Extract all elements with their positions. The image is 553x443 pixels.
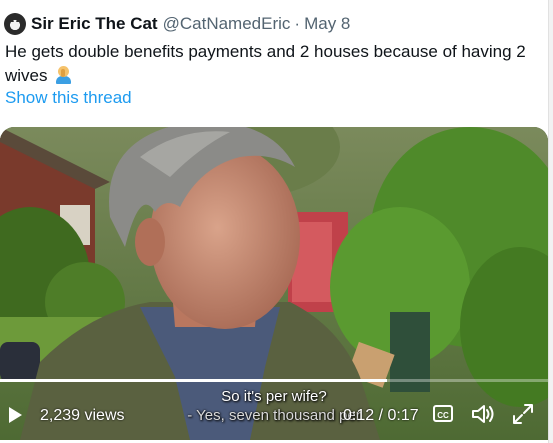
tweet-date[interactable]: May 8 <box>304 14 350 34</box>
show-thread-link[interactable]: Show this thread <box>5 88 132 108</box>
fullscreen-icon[interactable] <box>512 403 534 425</box>
tweet-body: He gets double benefits payments and 2 h… <box>5 42 526 85</box>
tweet-text: He gets double benefits payments and 2 h… <box>5 40 535 88</box>
tweet-header: Sir Eric The Cat @CatNamedEric · May 8 <box>4 12 350 36</box>
tweet-card: Sir Eric The Cat @CatNamedEric · May 8 H… <box>0 0 553 443</box>
time-display: 0:12 / 0:17 <box>343 407 419 424</box>
video-player[interactable]: So it's per wife? - Yes, seven thousand … <box>0 127 548 440</box>
display-name[interactable]: Sir Eric The Cat <box>31 14 158 34</box>
scrollbar[interactable] <box>548 0 553 443</box>
separator-dot: · <box>294 14 301 33</box>
progress-bar[interactable] <box>0 379 548 382</box>
avatar[interactable] <box>4 13 26 35</box>
user-handle[interactable]: @CatNamedEric <box>163 14 291 34</box>
closed-captions-icon[interactable]: CC <box>433 405 453 422</box>
facepalm-emoji-icon <box>55 66 72 84</box>
progress-bar-fill <box>0 379 387 382</box>
view-count: 2,239 views <box>40 407 125 424</box>
volume-icon[interactable] <box>471 403 495 425</box>
video-controls: 2,239 views 0:12 / 0:17 CC <box>0 397 548 433</box>
play-icon[interactable] <box>9 407 22 423</box>
